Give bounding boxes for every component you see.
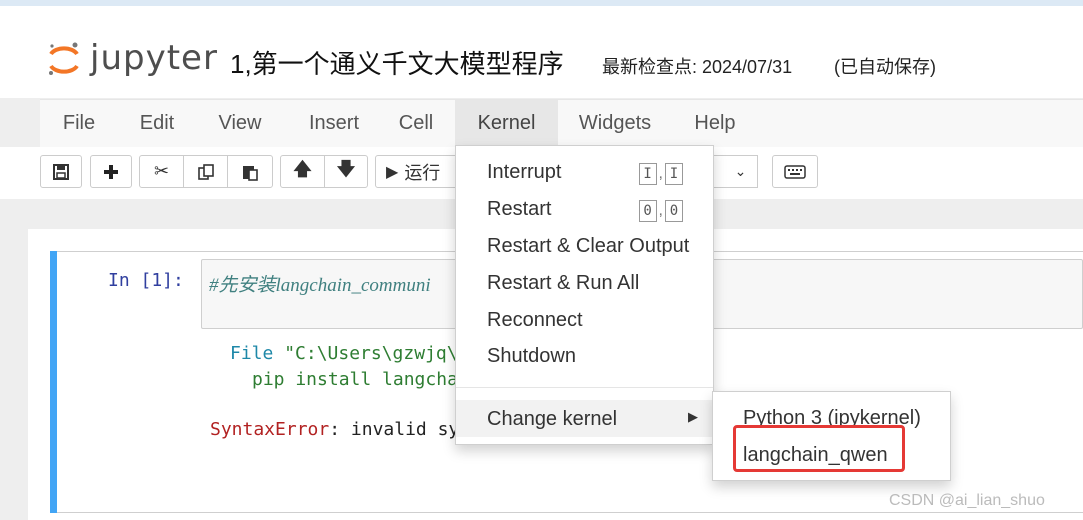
notebook-title[interactable]: 1,第一个通义千文大模型程序 — [230, 44, 564, 81]
menu-item-shutdown[interactable]: Shutdown — [487, 345, 576, 368]
shortcut-separator: , — [658, 202, 663, 219]
paste-button[interactable] — [227, 155, 273, 188]
jupyter-logo-text[interactable]: jupyter — [90, 38, 218, 78]
add-cell-button[interactable] — [90, 155, 132, 188]
selected-cell-indicator — [50, 251, 57, 513]
menu-item-restart[interactable]: Restart — [487, 198, 551, 221]
menu-divider — [456, 387, 713, 388]
menu-cell[interactable]: Cell — [386, 100, 446, 147]
cut-icon: ✂ — [153, 161, 170, 181]
save-button[interactable] — [40, 155, 82, 188]
menubar: File Edit View Insert Cell Kernel Widget… — [40, 99, 1083, 148]
shortcut-key: I — [665, 163, 683, 185]
copy-button[interactable] — [183, 155, 228, 188]
restart-shortcut: 0,0 — [638, 200, 683, 222]
menu-item-restart-run-all[interactable]: Restart & Run All — [487, 272, 639, 295]
shortcut-separator: , — [658, 165, 663, 182]
paste-icon — [243, 165, 258, 181]
add-cell-icon — [104, 164, 118, 179]
cell-type-select[interactable]: ⌄ — [708, 155, 758, 188]
menu-file[interactable]: File — [40, 100, 118, 147]
menu-item-reconnect[interactable]: Reconnect — [487, 309, 583, 332]
menu-help[interactable]: Help — [680, 100, 750, 147]
cell-prompt: In [1]: — [108, 270, 184, 291]
kernel-menu-dropdown: Interrupt I,I Restart 0,0 Restart & Clea… — [455, 145, 714, 445]
shortcut-key: 0 — [665, 200, 683, 222]
output-file-label: File — [230, 343, 285, 364]
move-up-icon: 🡅 — [293, 158, 312, 179]
shortcut-key: 0 — [638, 200, 657, 222]
output-error-name: SyntaxError — [210, 419, 330, 440]
menu-item-interrupt[interactable]: Interrupt — [487, 161, 561, 184]
menu-kernel[interactable]: Kernel — [455, 100, 558, 147]
keyboard-icon — [784, 164, 806, 179]
menu-edit[interactable]: Edit — [126, 100, 188, 147]
menu-item-change-kernel[interactable]: Change kernel — [487, 408, 617, 431]
checkpoint-status: 最新检查点: 2024/07/31 — [602, 57, 793, 77]
autosave-status: (已自动保存) — [834, 57, 936, 77]
copy-icon — [197, 163, 214, 180]
chevron-down-icon: ⌄ — [734, 163, 747, 179]
submenu-arrow-icon: ▶ — [688, 409, 698, 424]
output-pip-line: pip install langcha — [252, 369, 458, 390]
move-down-icon: 🡇 — [336, 158, 356, 179]
menu-view[interactable]: View — [205, 100, 275, 147]
watermark: CSDN @ai_lian_shuo — [889, 492, 1045, 509]
output-file-path: "C:\Users\gzwjq\ — [284, 343, 458, 364]
output-error-message: : invalid sy — [329, 419, 460, 440]
command-palette-button[interactable] — [772, 155, 818, 188]
move-up-button[interactable]: 🡅 — [280, 155, 325, 188]
move-down-button[interactable]: 🡇 — [324, 155, 368, 188]
cut-button[interactable]: ✂ — [139, 155, 184, 188]
cell-code[interactable]: #先安装langchain_communi — [209, 270, 431, 297]
annotation-highlight-box — [733, 425, 905, 472]
run-button[interactable]: ▶ 运行 — [375, 155, 457, 188]
interrupt-shortcut: I,I — [638, 163, 683, 185]
save-icon — [53, 163, 69, 180]
menu-insert[interactable]: Insert — [292, 100, 376, 147]
menu-item-restart-clear-output[interactable]: Restart & Clear Output — [487, 235, 689, 258]
menu-widgets[interactable]: Widgets — [567, 100, 663, 147]
shortcut-key: I — [638, 163, 657, 185]
jupyter-logo-icon[interactable] — [46, 40, 82, 80]
run-label: 运行 — [404, 162, 441, 183]
run-icon: ▶ — [386, 163, 399, 181]
